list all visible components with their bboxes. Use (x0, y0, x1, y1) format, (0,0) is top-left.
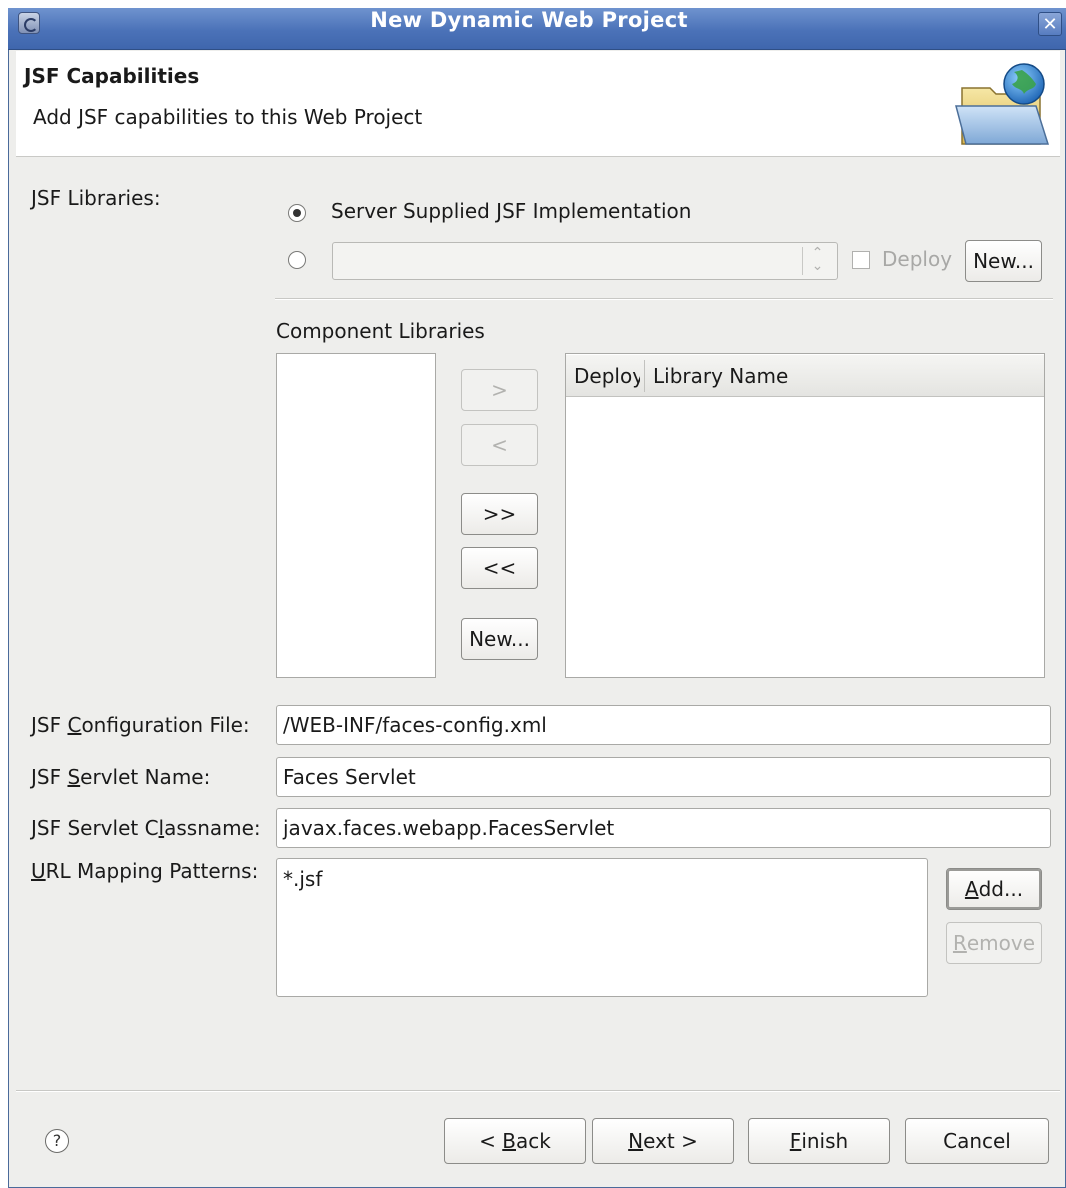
component-libraries-label: Component Libraries (276, 319, 485, 343)
servlet-name-input[interactable]: Faces Servlet (276, 757, 1051, 797)
help-icon[interactable]: ? (45, 1129, 69, 1153)
deploy-checkbox (852, 251, 870, 269)
next-button[interactable]: Next > (592, 1118, 734, 1164)
remove-pattern-button[interactable]: Remove (946, 922, 1042, 964)
new-component-library-button[interactable]: New... (461, 618, 538, 660)
window-title: New Dynamic Web Project (370, 8, 688, 32)
deploy-label: Deploy (882, 247, 953, 271)
servlet-name-label: JSF Servlet Name: (31, 765, 211, 789)
remove-all-libraries-button[interactable]: << (461, 547, 538, 589)
column-deploy[interactable]: Deploy (574, 364, 640, 388)
list-item[interactable]: *.jsf (277, 859, 927, 891)
config-file-input[interactable]: /WEB-INF/faces-config.xml (276, 705, 1051, 745)
page-description: Add JSF capabilities to this Web Project (33, 105, 423, 129)
server-supplied-label[interactable]: Server Supplied JSF Implementation (331, 199, 691, 223)
servlet-classname-input[interactable]: javax.faces.webapp.FacesServlet (276, 808, 1051, 848)
available-libraries-list[interactable] (276, 353, 436, 678)
config-file-label: JSF Configuration File: (31, 713, 250, 737)
close-icon[interactable]: ✕ (1038, 12, 1062, 36)
add-all-libraries-button[interactable]: >> (461, 493, 538, 535)
url-patterns-list[interactable]: *.jsf (276, 858, 928, 997)
combo-arrows-icon: ⌃ ⌄ (802, 246, 832, 275)
add-pattern-button[interactable]: Add... (946, 868, 1042, 910)
add-library-button[interactable]: > (461, 369, 538, 411)
url-mapping-label: URL Mapping Patterns: (31, 859, 259, 883)
footer-separator (16, 1090, 1060, 1092)
page-title: JSF Capabilities (24, 64, 200, 88)
finish-button[interactable]: Finish (748, 1118, 890, 1164)
jsf-libraries-label: JSF Libraries: (31, 186, 161, 210)
back-button[interactable]: < Back (444, 1118, 586, 1164)
cancel-button[interactable]: Cancel (905, 1118, 1049, 1164)
jsf-library-combo (332, 242, 838, 280)
remove-library-button[interactable]: < (461, 424, 538, 466)
server-supplied-radio[interactable] (288, 204, 306, 222)
user-library-radio[interactable] (288, 251, 306, 269)
new-jsf-library-button[interactable]: New... (965, 240, 1042, 282)
selected-libraries-table[interactable] (565, 353, 1045, 678)
folder-globe-icon (955, 63, 1050, 145)
separator (275, 298, 1053, 300)
column-divider[interactable] (644, 360, 645, 392)
servlet-classname-label: JSF Servlet Classname: (31, 816, 261, 840)
column-library-name[interactable]: Library Name (653, 364, 788, 388)
